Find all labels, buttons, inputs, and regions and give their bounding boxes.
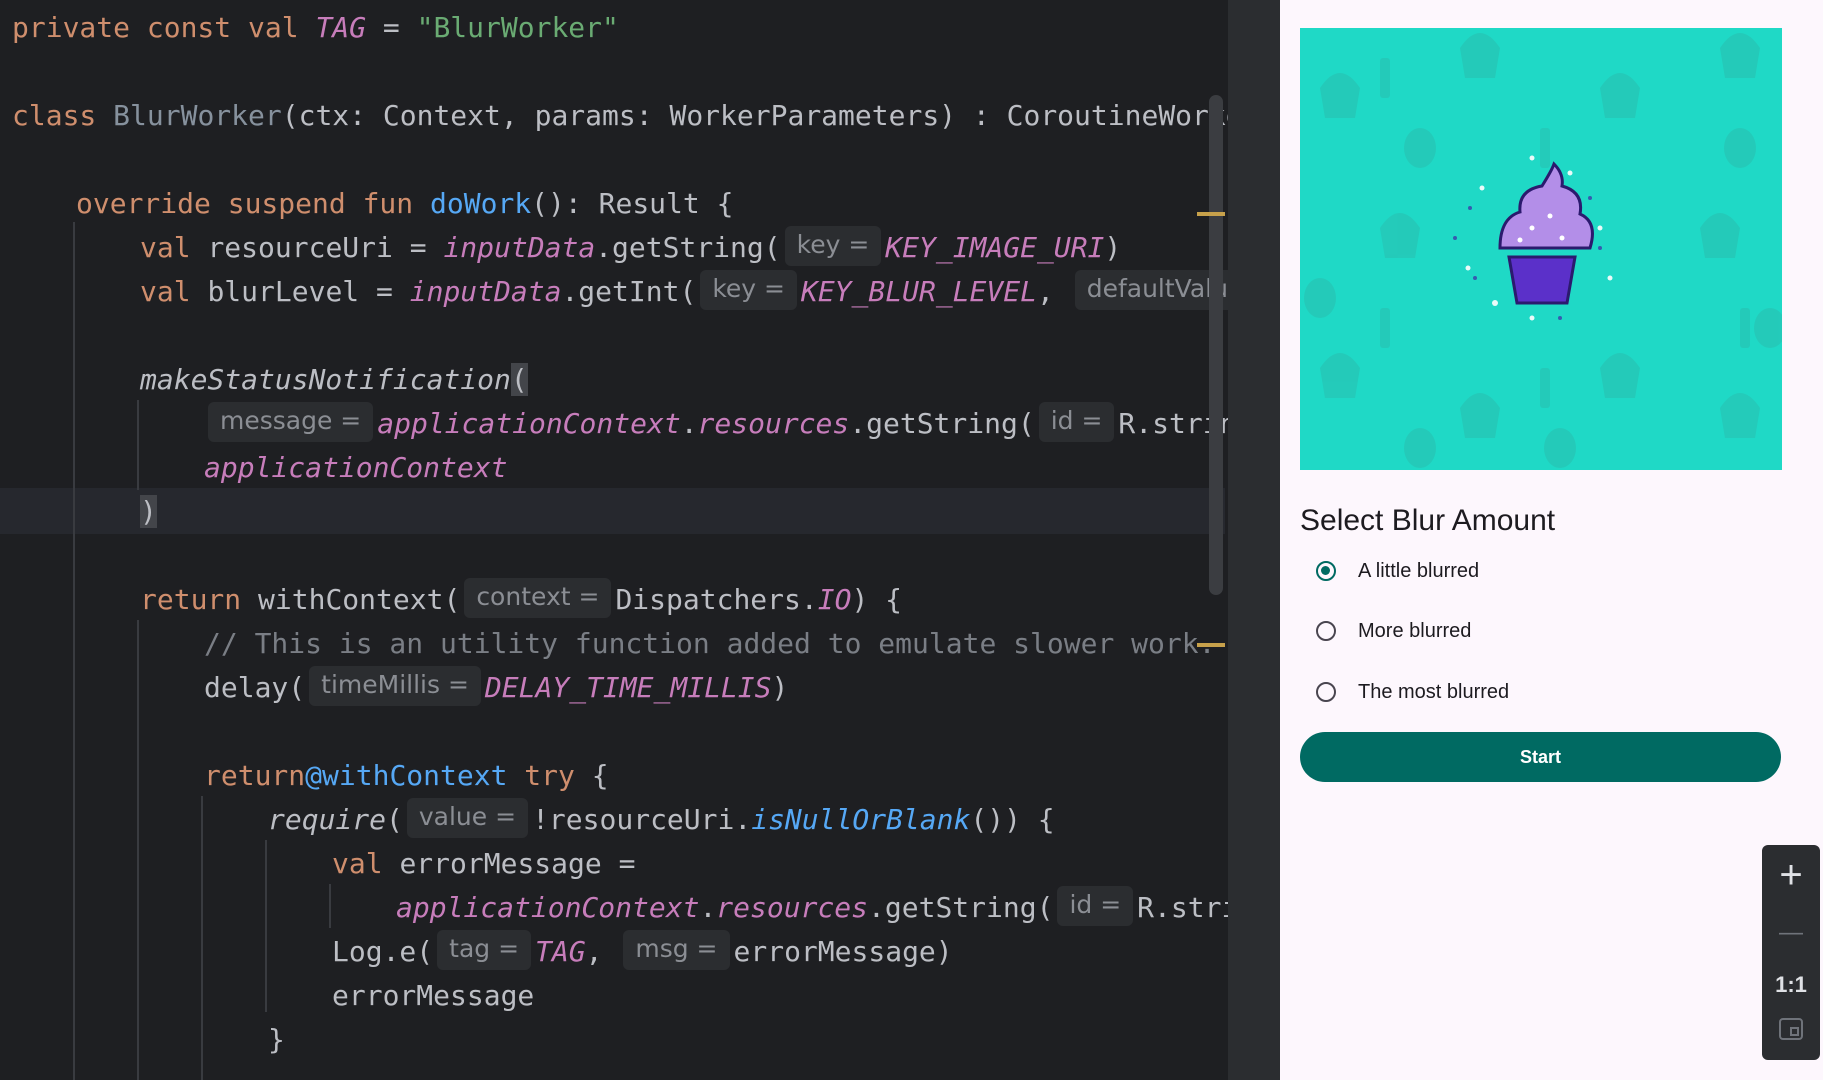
zoom-toolbar: + — 1:1 bbox=[1762, 845, 1820, 1060]
code-line: } bbox=[268, 1023, 285, 1056]
code-line: ) bbox=[140, 495, 157, 528]
indent-guide bbox=[201, 796, 203, 1080]
inlay-hint: id = bbox=[1057, 886, 1134, 926]
radio-button-selected[interactable] bbox=[1316, 561, 1336, 581]
indent-guide bbox=[137, 400, 139, 490]
radio-option-most[interactable]: The most blurred bbox=[1316, 672, 1509, 712]
code-line: val blurLevel = inputData.getInt(key = KE… bbox=[140, 270, 1228, 314]
code-line: message = applicationContext.resources.ge… bbox=[204, 402, 1228, 446]
inlay-hint: id = bbox=[1038, 402, 1115, 442]
code-editor[interactable]: private const val TAG = "BlurWorker" cla… bbox=[0, 0, 1228, 1080]
start-button[interactable]: Start bbox=[1300, 732, 1781, 782]
cupcake-image bbox=[1300, 28, 1782, 470]
code-line: applicationContext bbox=[204, 451, 508, 484]
code-line: require(value = !resourceUri.isNullOrBlan… bbox=[268, 798, 1055, 842]
inlay-hint: timeMillis = bbox=[309, 666, 481, 706]
inlay-hint: msg = bbox=[623, 930, 730, 970]
radio-option-little[interactable]: A little blurred bbox=[1316, 551, 1479, 591]
code-line: delay(timeMillis = DELAY_TIME_MILLIS) bbox=[204, 666, 788, 710]
code-line: applicationContext.resources.getString(i… bbox=[396, 886, 1228, 930]
code-line: errorMessage bbox=[332, 979, 535, 1012]
zoom-fit-button[interactable] bbox=[1762, 1017, 1820, 1047]
zoom-actual-size-button[interactable]: 1:1 bbox=[1762, 965, 1820, 1005]
inlay-hint: key = bbox=[784, 226, 882, 266]
warning-marker[interactable] bbox=[1197, 643, 1225, 647]
current-line-highlight bbox=[0, 488, 1225, 534]
inlay-hint: value = bbox=[406, 798, 529, 838]
radio-label: More blurred bbox=[1358, 619, 1472, 642]
compose-preview-pane: Select Blur Amount A little blurred More… bbox=[1280, 0, 1823, 1080]
code-line: class BlurWorker(ctx: Context, params: W… bbox=[12, 99, 1228, 132]
radio-button[interactable] bbox=[1316, 682, 1336, 702]
code-line: return@withContext try { bbox=[204, 759, 609, 792]
code-line: override suspend fun doWork(): Result { bbox=[76, 187, 734, 220]
panel-divider[interactable] bbox=[1228, 0, 1280, 1080]
code-line: Log.e(tag = TAG, msg = errorMessage) bbox=[332, 930, 953, 974]
inlay-hint: defaultValue = bbox=[1074, 270, 1228, 310]
indent-guide bbox=[137, 620, 139, 1080]
radio-label: The most blurred bbox=[1358, 680, 1510, 703]
inlay-hint: context = bbox=[464, 578, 612, 618]
inlay-hint: tag = bbox=[437, 930, 532, 970]
warning-marker[interactable] bbox=[1197, 212, 1225, 216]
code-line: val resourceUri = inputData.getString(ke… bbox=[140, 226, 1121, 270]
zoom-in-button[interactable]: + bbox=[1762, 855, 1820, 895]
blur-amount-title: Select Blur Amount bbox=[1300, 504, 1556, 537]
inlay-hint: message = bbox=[208, 402, 374, 442]
radio-label: A little blurred bbox=[1358, 559, 1480, 582]
fit-screen-icon bbox=[1779, 1018, 1803, 1040]
editor-scrollbar[interactable] bbox=[1209, 95, 1223, 595]
zoom-out-button[interactable]: — bbox=[1762, 913, 1820, 953]
indent-guide bbox=[73, 222, 75, 1080]
indent-guide bbox=[329, 884, 331, 928]
indent-guide bbox=[265, 840, 267, 1012]
inlay-hint: key = bbox=[700, 270, 797, 310]
code-line: makeStatusNotification( bbox=[140, 363, 528, 396]
radio-button[interactable] bbox=[1316, 621, 1336, 641]
radio-option-more[interactable]: More blurred bbox=[1316, 611, 1471, 651]
code-line: private const val TAG = "BlurWorker" bbox=[12, 11, 619, 44]
code-line: // This is an utility function added to … bbox=[204, 627, 1216, 660]
code-line: return withContext(context = Dispatchers.… bbox=[140, 578, 902, 622]
code-line: val errorMessage = bbox=[332, 847, 636, 880]
